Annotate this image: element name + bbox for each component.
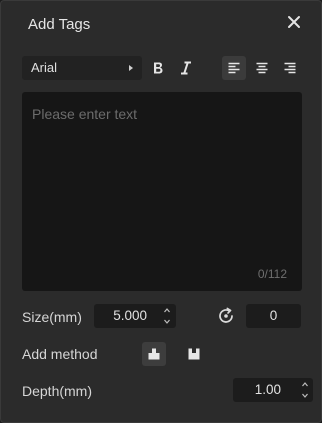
stepper-down-icon[interactable] [162,316,172,327]
align-left-icon [228,62,240,74]
rotation-control [214,304,238,328]
stepper-down-icon[interactable] [300,390,310,401]
bold-button[interactable] [146,56,170,80]
caret-right-icon [129,65,133,71]
stepper-up-icon[interactable] [162,305,172,316]
add-method-engrave-button[interactable] [182,342,206,366]
add-tags-dialog: Add Tags Arial Please enter text 0/112 S… [0,0,322,423]
align-center-button[interactable] [250,56,274,80]
dialog-title: Add Tags [28,16,91,33]
engrave-icon [188,348,200,360]
close-button[interactable] [284,12,304,32]
stepper-up-icon[interactable] [300,379,310,390]
close-icon [288,16,300,28]
align-center-icon [256,62,268,74]
rotation-input[interactable]: 0 [246,304,301,328]
size-value: 5.000 [113,308,147,323]
align-left-button[interactable] [222,56,246,80]
depth-value: 1.00 [254,382,281,397]
italic-icon [181,61,191,75]
emboss-icon [148,348,160,360]
depth-stepper [300,378,310,402]
size-input[interactable]: 5.000 [94,304,176,328]
align-right-icon [284,62,296,74]
rotation-value: 0 [269,308,278,323]
depth-input[interactable]: 1.00 [233,378,313,402]
text-toolbar: Arial [1,56,321,80]
italic-button[interactable] [174,56,198,80]
add-method-emboss-button[interactable] [142,342,166,366]
char-counter: 0/112 [257,267,287,281]
depth-label: Depth(mm) [22,383,93,399]
font-select[interactable]: Arial [22,56,142,80]
font-select-value: Arial [31,60,58,75]
align-right-button[interactable] [278,56,302,80]
tag-text-input[interactable] [22,92,302,291]
rotate-icon [219,307,233,323]
tag-text-area: 0/112 [22,92,302,291]
size-label: Size(mm) [22,309,82,325]
add-method-label: Add method [22,346,98,362]
size-stepper [162,304,172,328]
bold-icon [154,62,163,74]
